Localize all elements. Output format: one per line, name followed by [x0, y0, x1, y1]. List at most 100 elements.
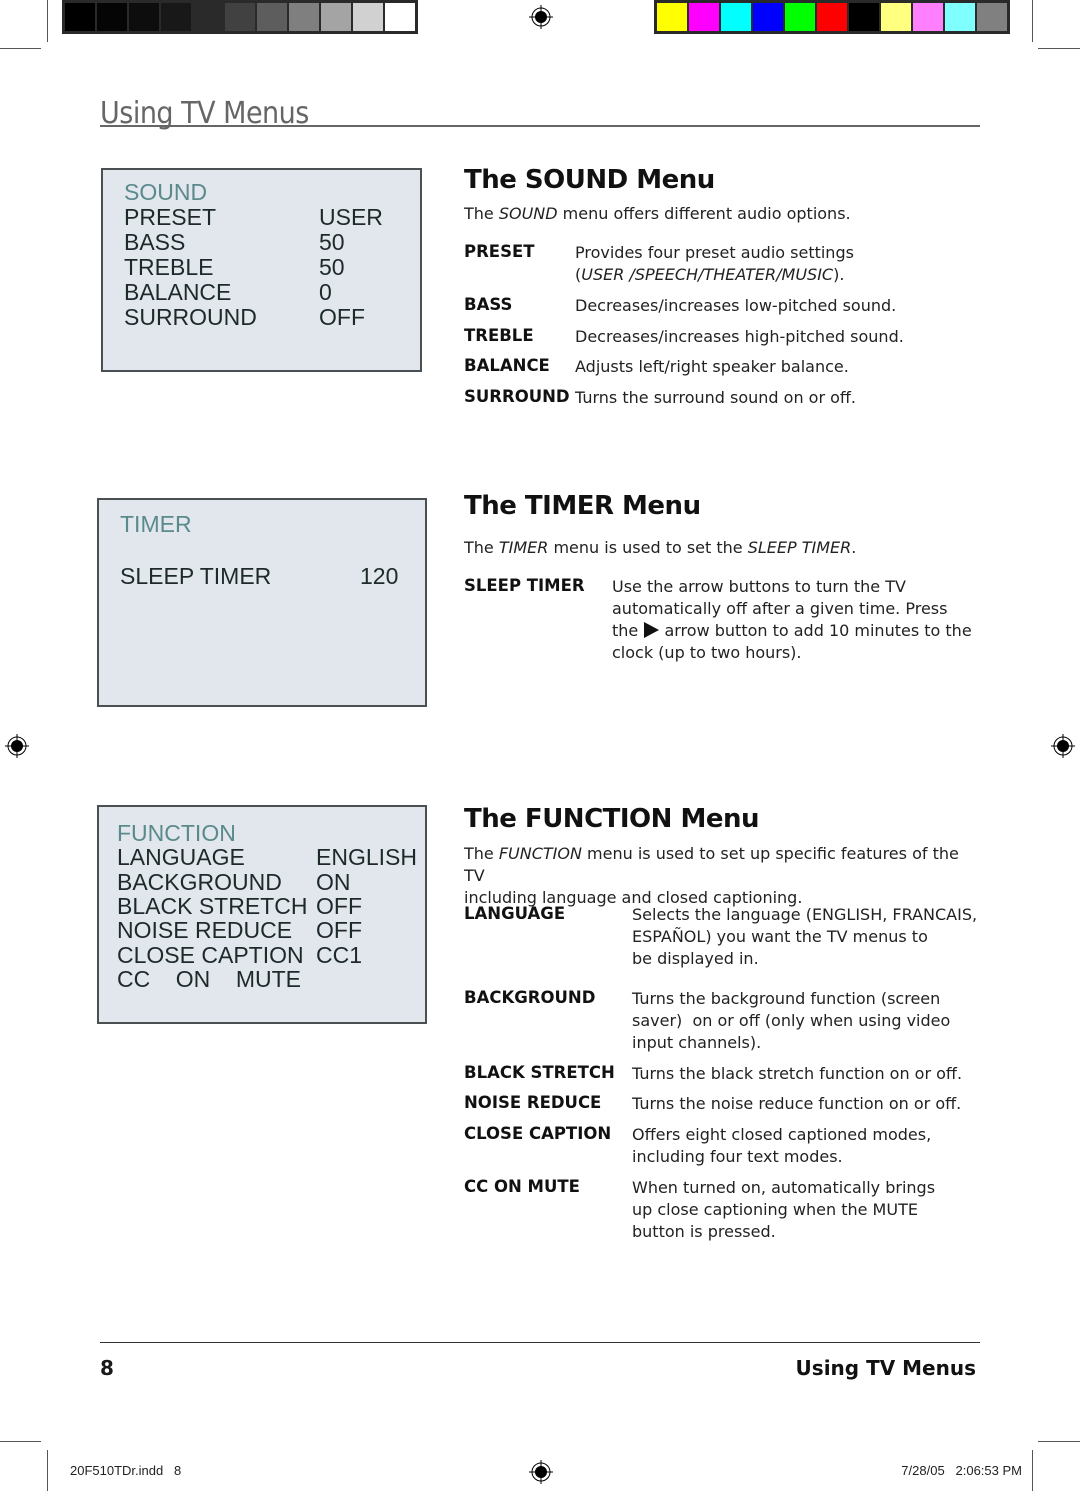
function-row-label: BACKGROUND [117, 869, 282, 895]
term-language: LANGUAGE [464, 904, 566, 923]
calibration-swatch [657, 3, 687, 31]
term-preset: PRESET [464, 242, 535, 261]
term-black-stretch: BLACK STRETCH [464, 1063, 615, 1082]
function-row-label: LANGUAGE [117, 844, 245, 870]
sound-row-value: 50 [319, 229, 345, 255]
term-sleep-timer: SLEEP TIMER [464, 576, 585, 595]
registration-mark-icon [5, 734, 29, 758]
term-treble: TREBLE [464, 326, 534, 345]
calibration-swatch [129, 3, 159, 31]
calibration-swatch [785, 3, 815, 31]
sound-row-label: SURROUND [124, 304, 257, 330]
slug-timestamp: 7/28/05 2:06:53 PM [901, 1463, 1022, 1478]
sound-menu-screen: SOUND PRESET USER BASS 50 TREBLE 50 BALA… [101, 168, 422, 372]
calibration-swatch [193, 3, 223, 31]
calibration-swatch [689, 3, 719, 31]
timer-intro: The TIMER menu is used to set the SLEEP … [464, 538, 857, 557]
crop-mark [47, 0, 48, 42]
function-row-label: CLOSE CAPTION [117, 942, 304, 968]
desc-sleep-timer: Use the arrow buttons to turn the TV aut… [612, 577, 972, 662]
term-bass: BASS [464, 295, 513, 314]
crop-mark [0, 1441, 41, 1442]
calibration-swatch [881, 3, 911, 31]
function-menu-title: FUNCTION [117, 820, 236, 846]
function-row-label: BLACK STRETCH [117, 893, 308, 919]
sound-row-value: USER [319, 204, 383, 230]
color-calibration-bar [654, 0, 1010, 34]
desc-close-caption: Offers eight closed captioned modes, incl… [632, 1125, 932, 1166]
term-noise-reduce: NOISE REDUCE [464, 1093, 602, 1112]
desc-bass: Decreases/increases low-pitched sound. [575, 296, 897, 315]
function-row-value: OFF [316, 893, 362, 919]
registration-mark-icon [529, 5, 553, 29]
crop-mark [1038, 1441, 1080, 1442]
term-close-caption: CLOSE CAPTION [464, 1124, 612, 1143]
calibration-swatch [161, 3, 191, 31]
calibration-swatch [65, 3, 95, 31]
timer-row-label: SLEEP TIMER [120, 563, 272, 589]
calibration-swatch [945, 3, 975, 31]
desc-treble: Decreases/increases high-pitched sound. [575, 327, 904, 346]
desc-background: Turns the background function (screen sav… [632, 989, 951, 1052]
grayscale-calibration-bar [62, 0, 418, 34]
calibration-swatch [913, 3, 943, 31]
crop-mark [1032, 1450, 1033, 1491]
desc-preset: Provides four preset audio settings (USER… [575, 243, 854, 284]
footer-rule [100, 1342, 980, 1343]
footer-section-title: Using TV Menus [795, 1356, 976, 1380]
timer-section-heading: The TIMER Menu [464, 491, 701, 521]
desc-cc-on-mute: When turned on, automatically brings up c… [632, 1178, 936, 1241]
slug-filename: 20F510TDr.indd 8 [70, 1463, 182, 1478]
function-row-value: ON [316, 869, 351, 895]
timer-row-value: 120 [360, 563, 399, 589]
calibration-swatch [97, 3, 127, 31]
sound-menu-title: SOUND [124, 179, 208, 205]
calibration-swatch [321, 3, 351, 31]
calibration-swatch [849, 3, 879, 31]
calibration-swatch [977, 3, 1007, 31]
desc-balance: Adjusts left/right speaker balance. [575, 357, 849, 376]
timer-menu-title: TIMER [120, 511, 192, 537]
page-number: 8 [100, 1356, 114, 1380]
function-intro: The FUNCTION menu is used to set up spec… [464, 844, 959, 907]
calibration-swatch [385, 3, 415, 31]
sound-row-value: OFF [319, 304, 365, 330]
function-row-value: CC1 [316, 942, 363, 968]
sound-section-heading: The SOUND Menu [464, 165, 715, 195]
calibration-swatch [257, 3, 287, 31]
function-row-label: CC ON MUTE [117, 966, 301, 992]
calibration-swatch [753, 3, 783, 31]
calibration-swatch [817, 3, 847, 31]
term-background: BACKGROUND [464, 988, 596, 1007]
term-cc-on-mute: CC ON MUTE [464, 1177, 580, 1196]
function-menu-screen: FUNCTION LANGUAGE ENGLISH BACKGROUND ON … [97, 805, 427, 1024]
crop-mark [47, 1450, 48, 1491]
function-row-label: NOISE REDUCE [117, 917, 293, 943]
title-rule [100, 125, 980, 127]
desc-language: Selects the language (ENGLISH, FRANCAIS,… [632, 905, 978, 968]
right-arrow-icon [644, 622, 660, 638]
calibration-swatch [289, 3, 319, 31]
term-surround: SURROUND [464, 387, 570, 406]
function-row-value: ENGLISH [316, 844, 417, 870]
sound-row-label: PRESET [124, 204, 217, 230]
function-row-value: OFF [316, 917, 362, 943]
sound-row-label: TREBLE [124, 254, 214, 280]
sound-row-label: BALANCE [124, 279, 232, 305]
registration-mark-icon [1051, 734, 1075, 758]
sound-row-value: 50 [319, 254, 345, 280]
sound-intro: The SOUND menu offers different audio op… [464, 204, 851, 223]
crop-mark [0, 48, 41, 49]
term-balance: BALANCE [464, 356, 550, 375]
desc-black-stretch: Turns the black stretch function on or o… [632, 1064, 963, 1083]
sound-row-label: BASS [124, 229, 186, 255]
calibration-swatch [721, 3, 751, 31]
desc-noise-reduce: Turns the noise reduce function on or of… [632, 1094, 962, 1113]
calibration-swatch [225, 3, 255, 31]
calibration-swatch [353, 3, 383, 31]
crop-mark [1032, 0, 1033, 42]
function-section-heading: The FUNCTION Menu [464, 804, 760, 834]
registration-mark-icon [529, 1460, 553, 1484]
crop-mark [1038, 48, 1080, 49]
timer-menu-screen: TIMER SLEEP TIMER 120 [97, 498, 427, 707]
